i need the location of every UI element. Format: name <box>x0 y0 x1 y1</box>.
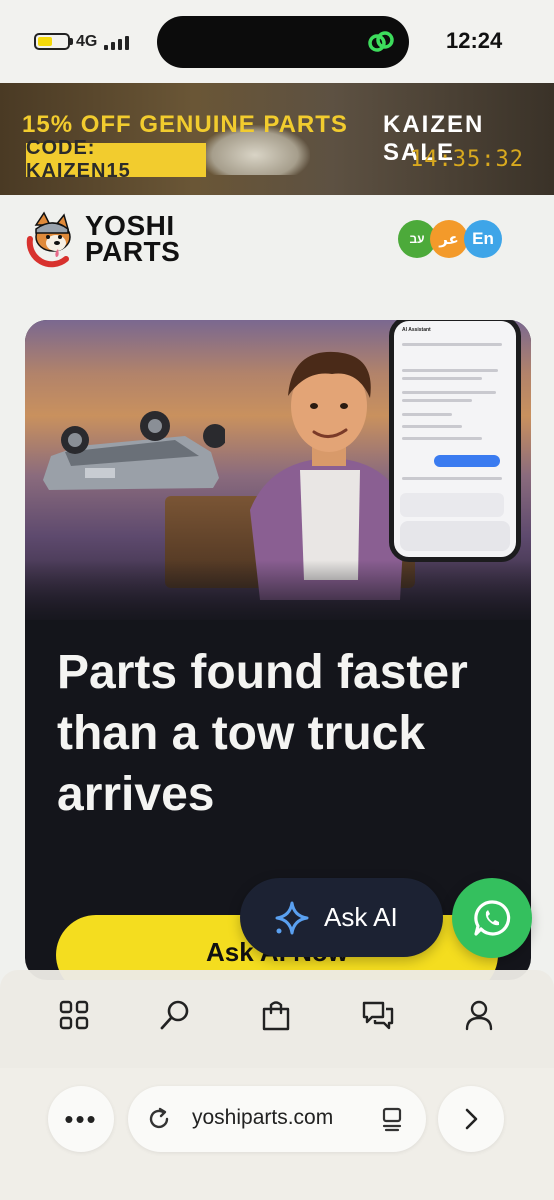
reload-icon[interactable] <box>146 1106 172 1132</box>
status-bar: 4G 12:24 <box>0 0 554 83</box>
bag-icon[interactable] <box>259 998 293 1032</box>
dynamic-island <box>157 16 409 68</box>
chat-icon[interactable] <box>361 998 395 1032</box>
battery-nub <box>70 38 73 45</box>
whatsapp-button[interactable] <box>452 878 532 958</box>
battery-level <box>38 37 52 46</box>
ask-ai-label: Ask AI <box>324 902 398 932</box>
browser-toolbar: ••• yoshiparts.com <box>0 1068 554 1200</box>
promo-banner[interactable]: 15% OFF GENUINE PARTS CODE: KAIZEN15 KAI… <box>0 83 554 195</box>
phone-title: AI Assistant <box>402 327 431 333</box>
chevron-right-icon <box>465 1108 478 1130</box>
hero-fade <box>25 560 531 630</box>
link-icon <box>368 31 394 52</box>
banner-countdown: 14:35:32 <box>410 147 524 172</box>
forward-button[interactable] <box>438 1086 504 1152</box>
banner-promo-text: 15% OFF GENUINE PARTS <box>22 111 348 138</box>
more-options-button[interactable]: ••• <box>48 1086 114 1152</box>
user-icon[interactable] <box>462 998 496 1032</box>
phone-result-card <box>400 493 504 517</box>
sparkle-icon <box>275 901 309 934</box>
shiba-logo-icon[interactable] <box>22 209 80 269</box>
language-arabic-button[interactable]: عر <box>430 220 468 258</box>
search-icon[interactable] <box>158 998 192 1032</box>
bottom-navigation <box>0 970 554 1068</box>
network-type: 4G <box>76 33 98 50</box>
address-bar[interactable]: yoshiparts.com <box>128 1086 426 1152</box>
phone-mockup: AI Assistant <box>389 320 521 562</box>
battery-icon <box>34 33 70 50</box>
hero-headline: Parts found faster than a tow truck arri… <box>57 646 468 821</box>
url-text: yoshiparts.com <box>192 1106 334 1129</box>
language-english-button[interactable]: En <box>464 220 502 258</box>
ask-ai-button[interactable]: Ask AI <box>240 878 443 957</box>
whatsapp-icon <box>474 900 511 936</box>
status-time: 12:24 <box>446 28 503 53</box>
phone-user-bubble <box>434 455 500 467</box>
grid-icon[interactable] <box>57 998 91 1032</box>
logo-line-2: PARTS <box>85 236 181 267</box>
reader-mode-icon[interactable] <box>380 1106 404 1132</box>
logo-wordmark[interactable]: YOSHI PARTS <box>85 212 181 267</box>
overturned-car-image <box>43 411 225 490</box>
phone-input <box>400 521 510 551</box>
banner-promo-code: CODE: KAIZEN15 <box>26 137 206 182</box>
signal-icon <box>104 32 129 50</box>
